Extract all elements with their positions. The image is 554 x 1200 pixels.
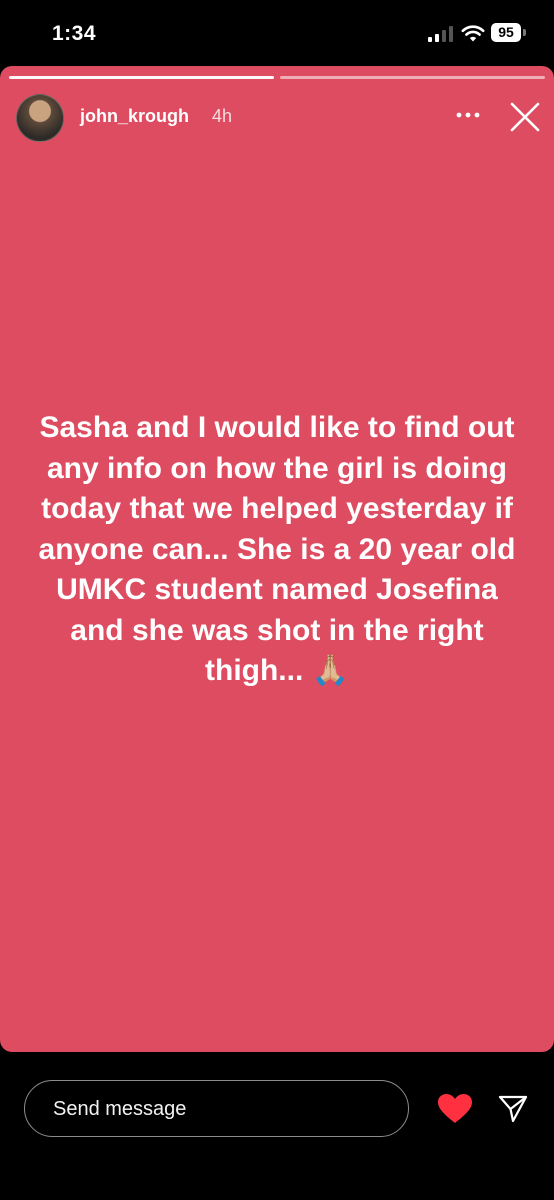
story-progress-segment-viewed	[9, 76, 274, 79]
send-message-input[interactable]: Send message	[24, 1080, 409, 1137]
battery-icon: 95	[491, 23, 521, 42]
story-timestamp: 4h	[212, 106, 233, 126]
battery-tip	[523, 29, 526, 36]
username[interactable]: john_krough	[80, 106, 189, 127]
avatar[interactable]	[16, 94, 64, 142]
heart-icon[interactable]	[437, 1093, 473, 1125]
send-icon[interactable]	[497, 1093, 529, 1125]
story-progress-segment-current	[280, 76, 545, 79]
story-text: Sasha and I would like to find out any i…	[38, 411, 516, 687]
status-bar: 1:34 95	[0, 0, 554, 66]
cellular-signal-icon	[428, 26, 456, 42]
close-icon[interactable]	[509, 101, 541, 133]
story-card[interactable]: john_krough 4h Sasha and I would like to…	[0, 66, 554, 1052]
status-time: 1:34	[52, 22, 97, 45]
send-message-placeholder: Send message	[53, 1098, 187, 1120]
more-options-icon[interactable]	[455, 110, 481, 120]
wifi-icon	[461, 25, 485, 42]
